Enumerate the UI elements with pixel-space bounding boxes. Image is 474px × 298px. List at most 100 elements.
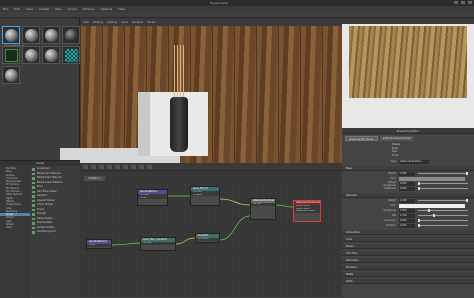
attr-slider[interactable] bbox=[418, 219, 468, 222]
minimize-icon[interactable] bbox=[454, 1, 458, 4]
focus-button[interactable]: Focus bbox=[392, 154, 474, 158]
attr-value[interactable]: 0.000 bbox=[399, 218, 415, 223]
attr-label: Diffuse Roughness bbox=[383, 180, 396, 187]
section-collapsed[interactable]: Coat bbox=[342, 237, 474, 242]
property-tabs: aiStandardSurface1 aiStandardSurface1SG bbox=[342, 134, 474, 143]
graph-canvas[interactable]: place2dTexture UV Coord Out UV wood_floor… bbox=[80, 183, 342, 297]
node-list: Anisotropic Bifrost Aero Material Bifrost … bbox=[31, 167, 80, 235]
node-editor[interactable]: Untitled_1 place2dTexture UV Coord Out UV… bbox=[80, 163, 342, 297]
section-collapsed[interactable]: AOVs bbox=[342, 279, 474, 284]
menu-options[interactable]: Options bbox=[101, 7, 113, 11]
menu-help[interactable]: Help bbox=[118, 7, 125, 11]
viewport-menu-lighting[interactable]: Lighting bbox=[107, 21, 117, 24]
viewport-menu-view[interactable]: View bbox=[83, 21, 89, 24]
viewport-menu-panels[interactable]: Panels bbox=[147, 21, 155, 24]
node-type-item[interactable]: Use Background bbox=[31, 230, 80, 235]
graph-node[interactable]: bump2d1 Out Normal bbox=[195, 233, 220, 243]
attr-slider[interactable] bbox=[418, 224, 468, 227]
attr-slider[interactable] bbox=[418, 187, 468, 190]
color-swatch[interactable] bbox=[399, 176, 465, 181]
attr-value[interactable]: 0.000 bbox=[399, 186, 415, 191]
preset-list: Presets Show Hide Focus bbox=[342, 143, 474, 159]
tab-untitled[interactable]: Untitled_1 bbox=[84, 176, 105, 181]
node-port[interactable]: Displacement Shader bbox=[294, 210, 320, 213]
menu-graph[interactable]: Graph bbox=[68, 7, 77, 11]
close-icon[interactable] bbox=[468, 1, 472, 4]
graph-node-shading-group[interactable]: aiStandardSurface1SG Surface Shader Volum… bbox=[293, 200, 321, 222]
type-label: Type bbox=[390, 160, 396, 163]
reed-sticks bbox=[174, 45, 186, 100]
type-dropdown[interactable]: aiStandardSurface bbox=[399, 159, 429, 164]
viewport-menu: View Shading Lighting Show Renderer Pane… bbox=[80, 18, 342, 26]
attr-label: Rotation bbox=[386, 224, 396, 227]
attr-value[interactable]: 0.000 bbox=[399, 223, 415, 228]
material-swatch[interactable] bbox=[2, 46, 20, 64]
menu-create[interactable]: Create bbox=[39, 7, 49, 11]
clear-icon[interactable] bbox=[123, 164, 128, 169]
maximize-icon[interactable] bbox=[461, 1, 465, 4]
attr-value[interactable]: 0.000 bbox=[399, 181, 415, 186]
viewport-menu-renderer[interactable]: Renderer bbox=[132, 21, 143, 24]
graph-node[interactable]: place2dTexture UV Coord Out UV bbox=[137, 189, 168, 206]
graph-node[interactable]: aiStandardSurface1 Out Color bbox=[250, 198, 276, 220]
attr-slider[interactable] bbox=[418, 214, 468, 217]
viewport[interactable]: View Shading Lighting Show Renderer Pane… bbox=[80, 18, 342, 163]
attr-value[interactable]: 1.520 bbox=[399, 213, 415, 218]
material-swatch[interactable]: aiStandardSurface1 bbox=[2, 26, 24, 47]
node-port[interactable]: Out UV bbox=[87, 244, 111, 247]
sphere-icon bbox=[65, 29, 78, 42]
node-editor-toolbar bbox=[80, 163, 342, 171]
filter-icon[interactable] bbox=[147, 164, 152, 169]
node-body: Out Color bbox=[141, 242, 175, 245]
graph-icon[interactable] bbox=[83, 164, 88, 169]
input-output-icon[interactable] bbox=[91, 164, 96, 169]
attr-label: IOR bbox=[391, 214, 396, 217]
section-collapsed[interactable]: Matte bbox=[342, 272, 474, 277]
attr-slider[interactable] bbox=[418, 182, 468, 185]
section-collapsed[interactable]: Geometry bbox=[342, 258, 474, 263]
section-collapsed[interactable]: Sheen bbox=[342, 244, 474, 249]
attr-value[interactable]: 1.000 bbox=[399, 171, 415, 176]
layout-icon[interactable] bbox=[115, 164, 120, 169]
menu-file[interactable]: File bbox=[3, 7, 8, 11]
material-swatch[interactable] bbox=[22, 46, 40, 64]
graph-node[interactable]: wood_floor.tif Out Color Out Alpha bbox=[190, 186, 220, 206]
attr-slider[interactable] bbox=[418, 199, 468, 202]
menu-view[interactable]: View bbox=[26, 7, 33, 11]
viewport-menu-show[interactable]: Show bbox=[121, 21, 128, 24]
material-swatch[interactable] bbox=[62, 46, 80, 64]
frame-all-icon[interactable] bbox=[99, 164, 104, 169]
node-port[interactable]: Out Color bbox=[141, 242, 175, 245]
menu-tabs[interactable]: Tabs bbox=[55, 7, 62, 11]
node-port[interactable]: Out Normal bbox=[196, 238, 219, 241]
node-port[interactable]: Out Color bbox=[251, 203, 275, 206]
color-swatch[interactable] bbox=[399, 203, 465, 208]
material-swatch[interactable] bbox=[22, 26, 40, 44]
attr-slider[interactable] bbox=[418, 172, 468, 175]
node-port[interactable]: Out Alpha bbox=[191, 194, 219, 197]
category-item[interactable]: Utility bbox=[0, 226, 30, 229]
snap-icon[interactable] bbox=[139, 164, 144, 169]
node-port[interactable]: Out UV bbox=[138, 197, 167, 200]
tab-shading-group[interactable]: aiStandardSurface1SG bbox=[379, 136, 414, 141]
section-collapsed[interactable]: Thin Film bbox=[342, 251, 474, 256]
grid-icon[interactable] bbox=[131, 164, 136, 169]
graph-node[interactable]: place2dTexture1 Out UV bbox=[86, 239, 112, 249]
attr-value[interactable]: 0.200 bbox=[399, 208, 415, 213]
viewport-menu-shading[interactable]: Shading bbox=[93, 21, 103, 24]
frame-selected-icon[interactable] bbox=[107, 164, 112, 169]
material-swatch[interactable] bbox=[42, 46, 60, 64]
graph-node[interactable]: wood_floor_normal.tif Out Color bbox=[140, 237, 176, 251]
material-swatch[interactable] bbox=[62, 26, 80, 44]
attr-slider[interactable] bbox=[418, 209, 468, 212]
material-swatch[interactable] bbox=[2, 66, 20, 84]
menu-window[interactable]: Window bbox=[83, 7, 95, 11]
section-collapsed[interactable]: Subsurface bbox=[342, 230, 474, 235]
section-collapsed[interactable]: Emission bbox=[342, 265, 474, 270]
category-list: Favorites Maya Surface Volumetric Displaceme… bbox=[0, 167, 30, 298]
node-body: Out Color bbox=[251, 203, 275, 206]
menu-edit[interactable]: Edit bbox=[14, 7, 20, 11]
attr-value[interactable]: 1.000 bbox=[399, 198, 415, 203]
material-swatch[interactable] bbox=[42, 26, 60, 44]
tab-material[interactable]: aiStandardSurface1 bbox=[345, 136, 378, 141]
